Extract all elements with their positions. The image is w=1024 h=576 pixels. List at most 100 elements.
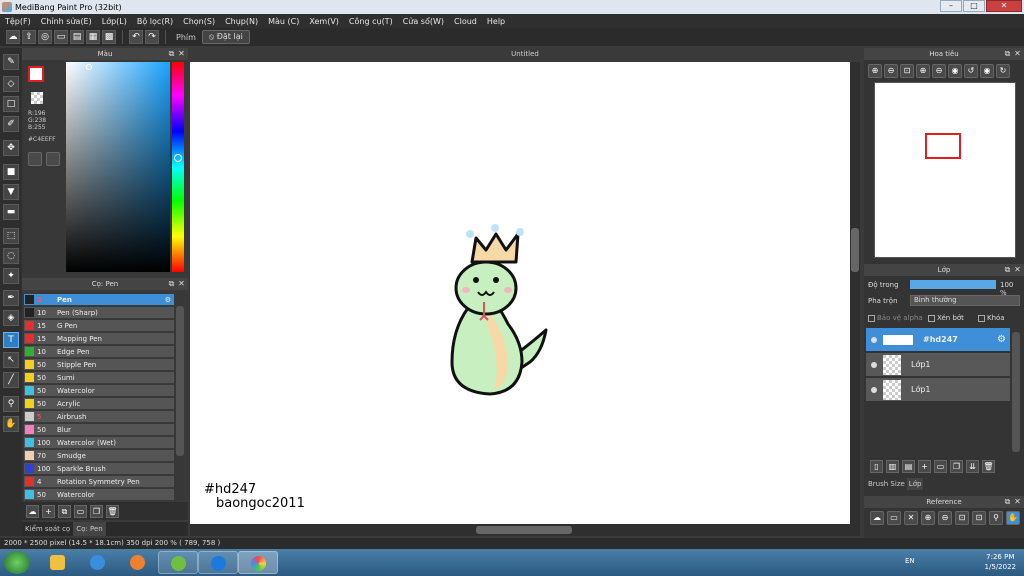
new-halftone-layer-icon[interactable]: ▥ <box>886 459 899 473</box>
redo-icon[interactable]: ↷ <box>145 30 159 44</box>
close-icon[interactable]: ✕ <box>1013 265 1022 274</box>
brush-item[interactable]: 15 Mapping Pen <box>24 333 174 345</box>
copy-layer-icon[interactable]: ❐ <box>950 459 963 473</box>
navigator-viewport-rect[interactable] <box>925 133 961 159</box>
brush-item[interactable]: 15 G Pen <box>24 320 174 332</box>
hue-cursor[interactable] <box>174 154 182 162</box>
rotate-left-icon[interactable]: ↺ <box>964 64 978 78</box>
menu-filter[interactable]: Bộ lọc(R) <box>132 17 178 26</box>
visibility-eye-icon[interactable] <box>871 386 877 393</box>
folder-icon[interactable]: ▭ <box>934 459 947 473</box>
menu-window[interactable]: Cửa sổ(W) <box>398 17 449 26</box>
taskbar-ie[interactable] <box>78 551 118 574</box>
comic-icon[interactable]: ▦ <box>86 30 100 44</box>
brush-item[interactable]: 5 Airbrush <box>24 411 174 423</box>
copy-brush-icon[interactable]: ⧉ <box>58 504 71 518</box>
eyedropper-icon[interactable]: ⚲ <box>989 511 1003 525</box>
grid-icon[interactable]: ▩ <box>102 30 116 44</box>
rotate-right-icon[interactable]: ↻ <box>996 64 1010 78</box>
message-icon[interactable]: ▭ <box>54 30 68 44</box>
foreground-color-swatch[interactable] <box>28 66 44 82</box>
fit-icon[interactable]: ⊡ <box>955 511 969 525</box>
color-history-icon[interactable] <box>46 152 60 166</box>
brush-item[interactable]: 100 Watercolor (Wet) <box>24 437 174 449</box>
popout-icon[interactable]: ⧉ <box>1003 265 1012 274</box>
operation-tool-icon[interactable]: ↖ <box>3 352 19 368</box>
eyedropper-icon[interactable]: ⚲ <box>3 396 19 412</box>
brush-item[interactable]: 4 Rotation Symmetry Pen <box>24 476 174 488</box>
move-tool-icon[interactable]: ✥ <box>3 140 19 156</box>
trash-icon[interactable]: 🗑 <box>106 504 119 518</box>
tab-brush-pen[interactable]: Cọ: Pen <box>73 522 106 536</box>
taskbar-media[interactable] <box>118 551 158 574</box>
close-icon[interactable]: ✕ <box>177 279 186 288</box>
hue-slider[interactable] <box>172 62 184 272</box>
close-icon[interactable]: ✕ <box>1013 497 1022 506</box>
gear-icon[interactable]: ⚙ <box>997 334 1006 345</box>
navigator-preview[interactable] <box>874 82 1016 258</box>
zoom-in-icon[interactable]: ⊕ <box>916 64 930 78</box>
tab-layer[interactable]: Lớp <box>906 478 924 490</box>
cloud-brush-icon[interactable]: ☁ <box>26 504 39 518</box>
merge-layer-icon[interactable]: ⇊ <box>966 459 979 473</box>
minimize-button[interactable]: – <box>940 0 962 12</box>
close-icon[interactable]: ✕ <box>177 49 186 58</box>
taskbar-medibang[interactable] <box>238 551 278 574</box>
shape-tool-icon[interactable]: ■ <box>3 164 19 180</box>
opacity-slider[interactable] <box>910 280 996 289</box>
language-indicator[interactable]: EN <box>905 557 915 565</box>
tab-brush-size[interactable]: Brush Size <box>866 478 907 490</box>
canvas-horizontal-scrollbar[interactable] <box>190 524 860 536</box>
visibility-eye-icon[interactable] <box>871 361 877 368</box>
popout-icon[interactable]: ⧉ <box>1003 49 1012 58</box>
close-icon[interactable]: ✕ <box>1013 49 1022 58</box>
brush-item[interactable]: 50 Watercolor <box>24 489 174 500</box>
reset-snap-button[interactable]: ⦸ Đặt lại <box>201 30 250 44</box>
cloud-icon[interactable]: ☁ <box>6 30 20 44</box>
protect-alpha-checkbox[interactable]: Bảo vệ alpha <box>868 314 923 322</box>
gradient-tool-icon[interactable]: ▬ <box>3 204 19 220</box>
select-pen-icon[interactable]: ✒ <box>3 290 19 306</box>
page-icon[interactable]: ▤ <box>70 30 84 44</box>
close-button[interactable]: ✕ <box>986 0 1022 12</box>
brush-tool-icon[interactable]: ✎ <box>3 54 19 70</box>
menu-view[interactable]: Xem(V) <box>304 17 344 26</box>
eraser-tool-icon[interactable]: ◇ <box>3 76 19 92</box>
menu-tools[interactable]: Công cụ(T) <box>344 17 398 26</box>
divide-tool-icon[interactable]: ╱ <box>3 372 19 388</box>
zoom-out-icon[interactable]: ⊖ <box>884 64 898 78</box>
brush-item[interactable]: 50 Blur <box>24 424 174 436</box>
menu-cloud[interactable]: Cloud <box>449 17 482 26</box>
rotate-reset-icon[interactable]: ◉ <box>948 64 962 78</box>
new-layer-icon[interactable]: ▯ <box>870 459 883 473</box>
system-clock[interactable]: 7:26 PM 1/5/2022 <box>985 552 1016 572</box>
taskbar-app-green[interactable] <box>158 551 198 574</box>
zoom-out-icon[interactable]: ⊖ <box>938 511 952 525</box>
saturation-value-picker[interactable] <box>66 62 170 272</box>
scrollbar-thumb[interactable] <box>851 228 859 272</box>
menu-select[interactable]: Chọn(S) <box>178 17 220 26</box>
zoom-out-icon[interactable]: ⊖ <box>932 64 946 78</box>
zoom-in-icon[interactable]: ⊕ <box>868 64 882 78</box>
open-image-icon[interactable]: ▭ <box>887 511 901 525</box>
new-8bit-layer-icon[interactable]: ▤ <box>902 459 915 473</box>
folder-icon[interactable]: ▭ <box>74 504 87 518</box>
rotate-reset-icon[interactable]: ◉ <box>980 64 994 78</box>
select-tool-icon[interactable]: ⬚ <box>3 228 19 244</box>
brush-item[interactable]: 70 Smudge <box>24 450 174 462</box>
bucket-tool-icon[interactable]: ▼ <box>3 184 19 200</box>
undo-icon[interactable]: ↶ <box>129 30 143 44</box>
hand-tool-icon[interactable]: ✋ <box>3 416 19 432</box>
dot-tool-icon[interactable]: □ <box>3 96 19 112</box>
popout-icon[interactable]: ⧉ <box>167 49 176 58</box>
layer-item[interactable]: #hd247 ⚙ <box>866 328 1010 352</box>
lasso-tool-icon[interactable]: ◌ <box>3 248 19 264</box>
sv-cursor[interactable] <box>86 64 92 70</box>
brush-item[interactable]: 50 Stipple Pen <box>24 359 174 371</box>
tab-brush-control[interactable]: Kiểm soát cọ <box>22 522 73 536</box>
close-image-icon[interactable]: ✕ <box>904 511 918 525</box>
fit-icon[interactable]: ⊡ <box>972 511 986 525</box>
document-tab[interactable]: Untitled <box>190 48 860 60</box>
menu-edit[interactable]: Chỉnh sửa(E) <box>36 17 97 26</box>
background-color-swatch[interactable] <box>31 92 43 104</box>
